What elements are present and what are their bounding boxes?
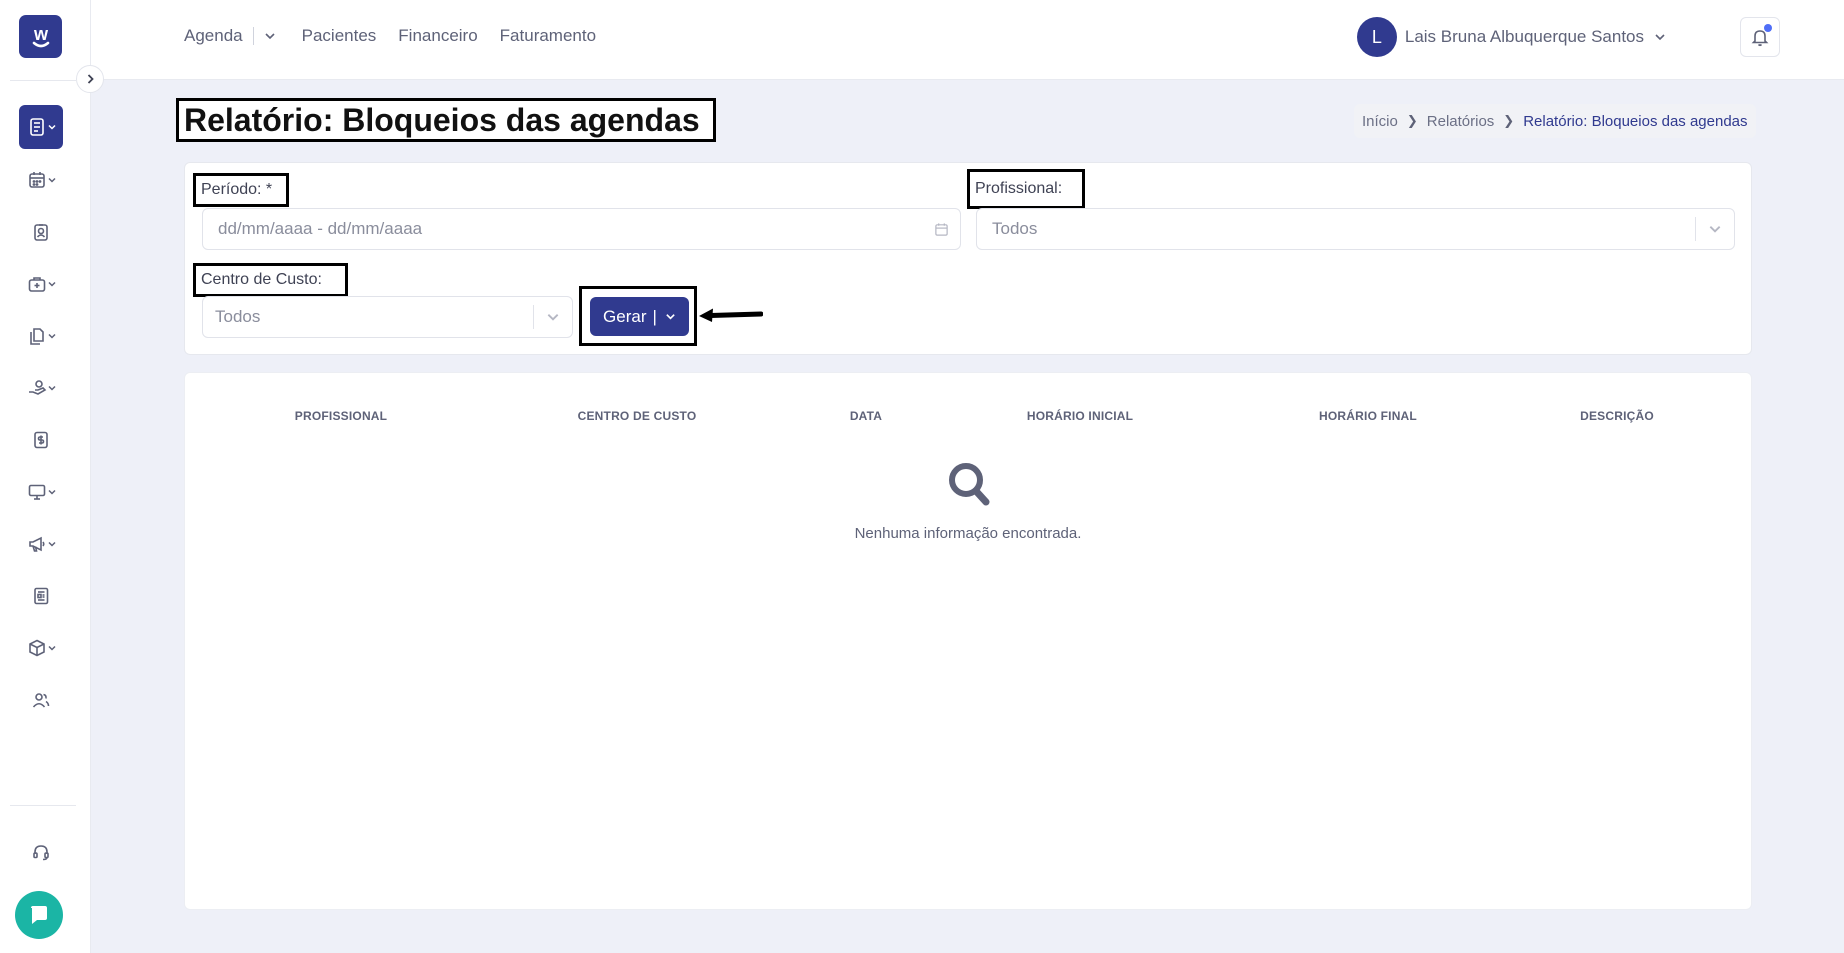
sidebar-item-support[interactable]	[19, 830, 63, 874]
breadcrumb-current: Relatório: Bloqueios das agendas	[1523, 112, 1748, 130]
gerar-highlight: Gerar |	[579, 286, 697, 346]
sidebar-item-calendar[interactable]	[19, 158, 63, 202]
profissional-label: Profissional:	[967, 169, 1085, 209]
periodo-input[interactable]: dd/mm/aaaa - dd/mm/aaaa	[202, 208, 961, 250]
column-header-horario-final[interactable]: HORÁRIO FINAL	[1319, 409, 1417, 423]
chevron-down-icon	[47, 177, 56, 183]
megaphone-icon	[28, 536, 45, 552]
sidebar-divider	[10, 805, 76, 806]
main-nav: Agenda Pacientes Financeiro Faturamento	[184, 26, 618, 46]
calendar-icon	[28, 172, 45, 188]
breadcrumb-reports[interactable]: Relatórios	[1427, 113, 1495, 130]
button-separator: |	[652, 306, 657, 326]
chevron-right-icon	[87, 74, 94, 84]
periodo-label: Período: *	[193, 173, 289, 207]
profissional-select[interactable]: Todos	[976, 208, 1735, 250]
chat-bubble-icon	[31, 906, 47, 924]
nav-financeiro[interactable]: Financeiro	[398, 26, 477, 46]
monitor-icon	[28, 484, 45, 500]
column-header-profissional[interactable]: PROFISSIONAL	[295, 409, 387, 423]
nav-pacientes[interactable]: Pacientes	[302, 26, 377, 46]
medical-kit-icon	[28, 277, 45, 292]
chevron-down-icon	[47, 385, 56, 391]
sidebar-item-news[interactable]	[19, 574, 63, 618]
filter-card: Período: * dd/mm/aaaa - dd/mm/aaaa Profi…	[184, 162, 1752, 355]
empty-message: Nenhuma informação encontrada.	[854, 525, 1082, 542]
nav-divider	[252, 27, 254, 45]
centro-custo-label-text: Centro de Custo:	[201, 271, 322, 288]
sidebar-item-inventory[interactable]	[19, 626, 63, 670]
breadcrumb: Início ❯ Relatórios ❯ Relatório: Bloquei…	[1354, 104, 1756, 138]
chevron-down-icon	[1696, 222, 1734, 236]
svg-text:w: w	[32, 24, 48, 44]
column-header-horario-inicial[interactable]: HORÁRIO INICIAL	[1027, 409, 1133, 423]
documents-icon	[29, 328, 44, 345]
nav-faturamento[interactable]: Faturamento	[500, 26, 596, 46]
sidebar-item-payments[interactable]	[19, 366, 63, 410]
chat-button[interactable]	[15, 891, 63, 939]
centro-custo-select[interactable]: Todos	[202, 296, 573, 338]
chevron-down-icon	[666, 314, 675, 320]
chevron-down-icon	[47, 541, 56, 547]
logo-icon: w	[32, 24, 49, 47]
notifications-button[interactable]	[1740, 17, 1780, 57]
sidebar-item-marketing[interactable]	[19, 522, 63, 566]
chevron-down-icon	[534, 310, 572, 324]
sidebar: w	[0, 0, 91, 953]
breadcrumb-home[interactable]: Início	[1362, 113, 1398, 130]
newspaper-icon	[34, 587, 49, 605]
sidebar-item-reports[interactable]	[19, 105, 63, 149]
avatar: L	[1356, 17, 1397, 57]
hand-money-icon	[28, 380, 46, 395]
chevron-down-icon	[47, 333, 56, 339]
centro-custo-label: Centro de Custo:	[193, 263, 348, 297]
page-title: Relatório: Bloqueios das agendas	[184, 101, 700, 138]
periodo-label-text: Período: *	[201, 181, 273, 198]
periodo-placeholder: dd/mm/aaaa - dd/mm/aaaa	[218, 219, 423, 238]
calendar-icon	[922, 222, 960, 237]
topbar: Agenda Pacientes Financeiro Faturamento …	[91, 0, 1844, 80]
sidebar-item-users[interactable]	[19, 678, 63, 722]
results-table: PROFISSIONAL CENTRO DE CUSTO DATA HORÁRI…	[184, 372, 1752, 910]
nav-agenda[interactable]: Agenda	[184, 26, 243, 46]
sidebar-item-monitor[interactable]	[19, 470, 63, 514]
patient-card-icon	[34, 224, 48, 241]
user-menu[interactable]: L Lais Bruna Albuquerque Santos	[1356, 17, 1666, 57]
column-header-descricao[interactable]: DESCRIÇÃO	[1580, 409, 1654, 423]
profissional-value: Todos	[992, 219, 1038, 238]
profissional-label-text: Profissional:	[975, 180, 1063, 197]
chevron-down-icon[interactable]	[264, 30, 276, 42]
box-icon	[28, 639, 45, 657]
chevron-down-icon	[47, 281, 56, 287]
chevron-down-icon	[47, 645, 56, 651]
gerar-label: Gerar	[603, 306, 647, 326]
sidebar-item-patients[interactable]	[19, 210, 63, 254]
sidebar-toggle-button[interactable]	[76, 65, 104, 93]
notification-dot	[1764, 24, 1772, 32]
page-title-box: Relatório: Bloqueios das agendas	[176, 98, 716, 142]
sidebar-divider	[10, 80, 76, 81]
search-icon	[949, 463, 990, 506]
sidebar-item-finance[interactable]	[19, 418, 63, 462]
chevron-down-icon	[1655, 34, 1665, 41]
sidebar-item-clinic[interactable]	[19, 262, 63, 306]
column-header-centro-custo[interactable]: CENTRO DE CUSTO	[578, 409, 697, 423]
app-logo[interactable]: w	[19, 15, 62, 58]
users-icon	[32, 693, 50, 708]
user-name: Lais Bruna Albuquerque Santos	[1404, 27, 1644, 46]
report-icon	[29, 118, 44, 136]
gerar-button[interactable]: Gerar |	[590, 297, 689, 336]
chevron-down-icon	[47, 489, 56, 495]
centro-custo-value: Todos	[215, 307, 261, 326]
arrow-annotation-icon	[699, 308, 763, 322]
chevron-right-icon: ❯	[1503, 113, 1515, 128]
chevron-down-icon	[47, 124, 56, 130]
chevron-right-icon: ❯	[1406, 113, 1418, 128]
sidebar-item-documents[interactable]	[19, 314, 63, 358]
column-header-data[interactable]: DATA	[850, 409, 882, 423]
headset-icon	[33, 845, 49, 861]
dollar-icon	[34, 431, 48, 449]
